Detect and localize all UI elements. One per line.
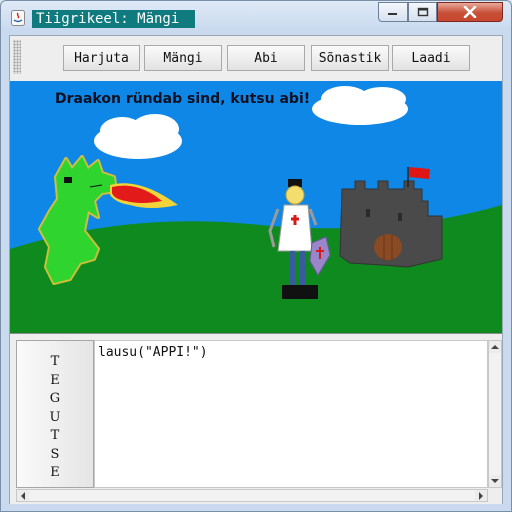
scroll-up-arrow[interactable] xyxy=(489,341,501,353)
tegutse-letter: E xyxy=(50,465,60,481)
command-panel: T E G U T S E lausu("APPI!") xyxy=(10,333,502,504)
tegutse-letter: E xyxy=(50,372,60,388)
vertical-scrollbar[interactable] xyxy=(488,340,502,488)
title-bar[interactable]: Tiigrikeel: Mängi xyxy=(1,1,511,35)
tegutse-letter: G xyxy=(49,391,61,407)
tegutse-letter: S xyxy=(50,446,60,462)
close-icon xyxy=(463,6,477,18)
harjuta-button[interactable]: Harjuta xyxy=(63,45,140,71)
scene-drawing xyxy=(10,86,502,333)
window-title: Tiigrikeel: Mängi xyxy=(32,10,196,28)
maximize-icon xyxy=(417,7,428,17)
game-scene: Draakon ründab sind, kutsu abi! xyxy=(10,81,502,333)
content-panel: Harjuta Mängi Abi Sõnastik Laadi Draakon… xyxy=(9,35,503,504)
maximize-button[interactable] xyxy=(408,2,437,22)
cloud-left xyxy=(94,114,182,159)
castle xyxy=(339,167,443,268)
tegutse-button[interactable]: T E G U T S E xyxy=(16,340,94,488)
toolbar-grip[interactable] xyxy=(13,40,21,74)
app-window: Tiigrikeel: Mängi Harjuta Mängi Abi Sõna… xyxy=(0,0,512,512)
chevron-right-icon xyxy=(479,491,483,500)
laadi-button[interactable]: Laadi xyxy=(392,45,470,71)
minimize-button[interactable] xyxy=(378,2,408,22)
horizontal-scrollbar[interactable] xyxy=(16,489,488,502)
scene-message: Draakon ründab sind, kutsu abi! xyxy=(55,91,311,107)
scroll-left-arrow[interactable] xyxy=(17,490,29,501)
chevron-down-icon xyxy=(491,479,499,483)
tegutse-letter: T xyxy=(50,354,60,370)
chevron-left-icon xyxy=(21,491,25,500)
code-editor[interactable]: lausu("APPI!") xyxy=(94,340,488,488)
tegutse-letter: U xyxy=(49,409,61,425)
close-button[interactable] xyxy=(437,2,503,22)
java-app-icon xyxy=(11,10,25,26)
tegutse-letter: T xyxy=(50,428,60,444)
chevron-up-icon xyxy=(491,345,499,349)
sonastik-button[interactable]: Sõnastik xyxy=(311,45,389,71)
toolbar: Harjuta Mängi Abi Sõnastik Laadi xyxy=(10,36,502,80)
dragon-fire xyxy=(110,183,178,208)
scroll-right-arrow[interactable] xyxy=(475,490,487,501)
mangi-button[interactable]: Mängi xyxy=(144,45,222,71)
cloud-right xyxy=(312,86,408,125)
abi-button[interactable]: Abi xyxy=(227,45,305,71)
scroll-down-arrow[interactable] xyxy=(489,475,501,487)
minimize-icon xyxy=(388,13,397,15)
